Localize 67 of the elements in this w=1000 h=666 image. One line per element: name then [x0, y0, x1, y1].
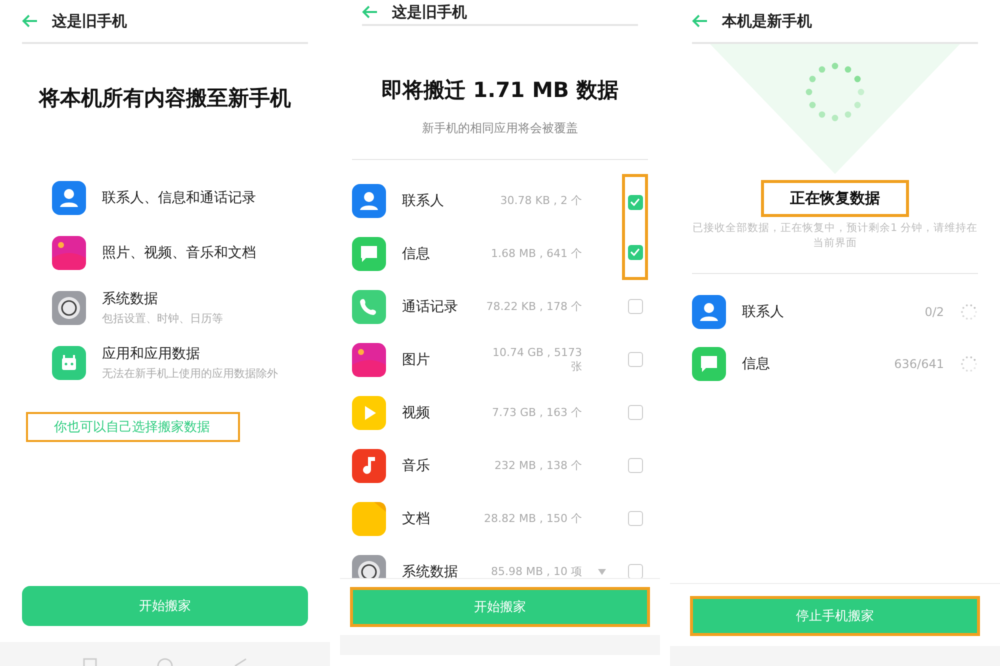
- checkbox[interactable]: [628, 244, 642, 260]
- item-size: 78.22 KB , 178 个: [485, 299, 582, 314]
- item-label: 图片: [402, 350, 431, 368]
- item-label: 联系人: [402, 192, 445, 210]
- item-size: 85.98 MB , 10 项: [490, 564, 582, 579]
- item-size: 10.74 GB , 5173 张: [491, 346, 582, 374]
- check-icon: [630, 198, 640, 206]
- item-size: 232 MB , 138 个: [493, 458, 582, 473]
- item-label: 系统数据: [402, 562, 459, 580]
- item-label: 系统数据: [102, 290, 159, 308]
- checkbox[interactable]: [628, 564, 642, 579]
- robot-icon: [52, 346, 86, 380]
- item-label: 通话记录: [402, 298, 459, 316]
- screen-title: 本机是新手机: [722, 12, 812, 30]
- page-heading: 即将搬迁 1.71 MB 数据: [380, 77, 620, 104]
- page-heading: 将本机所有内容搬至新手机: [37, 85, 292, 112]
- person-icon: [352, 184, 386, 218]
- chat-bubble-icon: [352, 236, 386, 270]
- item-label: 音乐: [402, 456, 431, 474]
- item-size: 7.73 GB , 163 个: [490, 405, 582, 420]
- warning-text: 新手机的相同应用将会被覆盖: [421, 120, 579, 137]
- item-label: 文档: [402, 510, 431, 528]
- screen-title: 这是旧手机: [392, 2, 467, 22]
- checkbox[interactable]: [628, 405, 642, 420]
- checkbox[interactable]: [628, 458, 642, 473]
- item-size: 28.82 MB , 150 个: [482, 511, 582, 526]
- play-icon: [352, 396, 386, 430]
- loading-spinner-icon: [960, 303, 978, 322]
- item-size: 30.78 KB , 2 个: [499, 193, 582, 208]
- item-note: 包括设置、时钟、日历等: [102, 310, 224, 326]
- item-note: 无法在新手机上使用的应用数据除外: [102, 366, 278, 380]
- item-label: 信息: [402, 244, 431, 262]
- gear-icon: [52, 290, 86, 324]
- phone-icon: [352, 290, 386, 324]
- checkbox[interactable]: [628, 352, 642, 367]
- item-label: 应用和应用数据: [102, 344, 201, 362]
- loading-spinner-icon: [960, 355, 978, 374]
- stop-button[interactable]: 停止手机搬家: [690, 596, 980, 636]
- checkbox[interactable]: [628, 299, 642, 314]
- person-icon: [52, 180, 86, 214]
- back-icon[interactable]: [362, 5, 378, 19]
- status-description: 已接收全部数据，正在恢复中，预计剩余1 分钟，请维持在当前界面: [691, 221, 979, 252]
- music-note-icon: [352, 448, 386, 482]
- chat-bubble-icon: [692, 347, 726, 382]
- person-icon: [692, 295, 726, 330]
- screen-title: 这是旧手机: [52, 12, 127, 30]
- select-data-link[interactable]: 你也可以自己选择搬家数据: [26, 412, 240, 442]
- item-label: 信息: [742, 355, 771, 374]
- item-label: 联系人: [742, 303, 785, 322]
- status-title: 正在恢复数据: [761, 180, 909, 217]
- checkbox[interactable]: [628, 194, 642, 210]
- start-button[interactable]: 开始搬家: [350, 587, 650, 627]
- checkbox[interactable]: [628, 511, 642, 526]
- folder-icon: [352, 502, 386, 536]
- item-size: 1.68 MB , 641 个: [490, 246, 582, 261]
- dropdown-caret-icon[interactable]: [598, 568, 606, 574]
- start-button[interactable]: 开始搬家: [22, 586, 308, 626]
- item-label: 联系人、信息和通话记录: [102, 188, 257, 206]
- check-icon: [630, 248, 640, 256]
- back-icon[interactable]: [692, 14, 708, 28]
- back-icon[interactable]: [22, 14, 38, 28]
- image-icon: [52, 236, 86, 270]
- item-count: 0/2: [924, 305, 944, 320]
- item-label: 视频: [402, 404, 431, 422]
- image-icon: [352, 342, 386, 376]
- item-count: 636/641: [894, 357, 944, 372]
- item-label: 照片、视频、音乐和文档: [102, 244, 257, 262]
